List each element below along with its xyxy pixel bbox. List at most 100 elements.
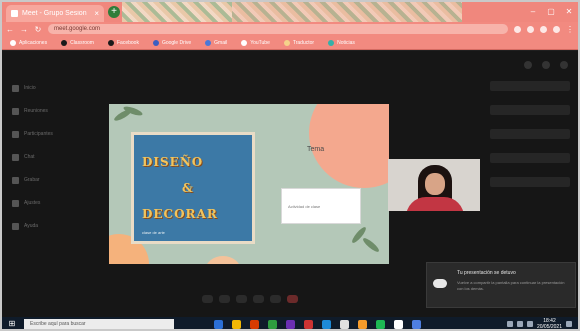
clock-date: 20/05/2021 [536, 324, 562, 330]
menu-icon[interactable]: ⋮ [566, 25, 574, 34]
captions-button[interactable] [236, 295, 247, 303]
network-icon[interactable] [506, 321, 513, 327]
maximize-icon[interactable]: ▢ [542, 2, 560, 22]
taskbar-app-icon[interactable] [358, 319, 367, 329]
tab-favicon-icon [11, 10, 18, 17]
system-tray: 18:42 20/05/2021 [506, 318, 578, 330]
present-button[interactable] [253, 295, 264, 303]
clock[interactable]: 18:42 20/05/2021 [536, 318, 562, 330]
right-rail-item[interactable] [490, 81, 570, 91]
activities-icon[interactable] [560, 61, 568, 69]
rail-label: Inicio [24, 85, 36, 91]
bookmarks-bar: Aplicaciones Classroom Facebook Google D… [2, 36, 578, 50]
bookmark-item[interactable]: Classroom [61, 39, 94, 46]
bookmark-item[interactable]: Noticias [328, 39, 355, 46]
browser-tab-strip: Meet - Grupo Sesion × + – ▢ ✕ [2, 2, 578, 22]
bookmark-item[interactable]: YouTube [241, 39, 270, 46]
taskbar-app-icon[interactable] [340, 319, 349, 329]
taskbar-search-input[interactable]: Escribe aquí para buscar [24, 319, 174, 329]
close-window-icon[interactable]: ✕ [560, 2, 578, 22]
notification-title: Tu presentación se detuvo [457, 270, 516, 276]
bookmark-item[interactable]: Google Drive [152, 39, 192, 46]
screen: Meet - Grupo Sesion × + – ▢ ✕ ← → ↻ meet… [0, 0, 580, 331]
bookmark-icon [61, 39, 68, 46]
rail-icon [12, 130, 19, 138]
chat-icon[interactable] [542, 61, 550, 69]
slide-text-box: Actividad de clase [281, 188, 361, 224]
bookmark-label: Noticias [337, 39, 355, 46]
taskbar-app-icon[interactable] [394, 319, 403, 329]
cloud-icon [433, 279, 447, 288]
bookmark-item[interactable]: Traductor [283, 39, 315, 46]
notifications-icon[interactable] [566, 321, 572, 327]
leave-call-button[interactable] [287, 295, 298, 303]
extension-icon[interactable] [514, 25, 521, 33]
mic-button[interactable] [202, 295, 213, 303]
people-icon[interactable] [524, 61, 532, 69]
right-rail-item[interactable] [490, 177, 570, 187]
rail-label: Ajustes [24, 200, 41, 206]
browser-tab-meet[interactable]: Meet - Grupo Sesion × [6, 5, 104, 22]
camera-button[interactable] [219, 295, 230, 303]
rail-icon [12, 222, 19, 230]
rail-label: Participantes [24, 131, 53, 137]
close-tab-icon[interactable]: × [94, 9, 99, 18]
bookmark-item[interactable]: Facebook [107, 39, 139, 46]
omnibox[interactable]: meet.google.com [48, 24, 508, 34]
bookmark-item[interactable]: Aplicaciones [10, 39, 47, 46]
rail-item[interactable]: Inicio [12, 81, 92, 95]
meeting-stage: Inicio Reuniones Participantes Chat Grab… [2, 51, 578, 317]
slide-title: Tema [307, 146, 325, 153]
taskbar-app-icon[interactable] [286, 319, 295, 329]
rail-item[interactable]: Ajustes [12, 196, 92, 210]
participant-video [425, 173, 445, 195]
tab-title: Meet - Grupo Sesion [22, 10, 87, 17]
rail-label: Chat [24, 154, 35, 160]
bookmark-icon [241, 39, 248, 46]
rail-item[interactable]: Participantes [12, 127, 92, 141]
taskbar-app-icon[interactable] [304, 319, 313, 329]
forward-icon[interactable]: → [20, 25, 28, 34]
bookmark-label: Traductor [292, 39, 315, 46]
taskbar-app-icon[interactable] [412, 319, 421, 329]
taskbar-app-icon[interactable] [214, 319, 223, 329]
theme-decoration [232, 2, 462, 22]
right-rail-item[interactable] [490, 153, 570, 163]
bookmark-label: Classroom [70, 39, 94, 46]
taskbar-app-icon[interactable] [250, 319, 259, 329]
bookmark-label: YouTube [250, 39, 270, 46]
presentation-slide[interactable]: DISEÑO & DECORAR clase de arte Tema Acti… [109, 104, 389, 264]
notification-toast[interactable]: Tu presentación se detuvo Vuelve a compa… [426, 262, 576, 308]
battery-icon[interactable] [526, 321, 533, 327]
right-rail-item[interactable] [490, 105, 570, 115]
rail-icon [12, 84, 19, 92]
right-rail-item[interactable] [490, 129, 570, 139]
more-options-button[interactable] [270, 295, 281, 303]
rail-item[interactable]: Grabar [12, 173, 92, 187]
taskbar-app-icon[interactable] [268, 319, 277, 329]
windows-start-icon[interactable]: ⊞ [6, 318, 18, 329]
taskbar-app-icon[interactable] [322, 319, 331, 329]
rail-item[interactable]: Chat [12, 150, 92, 164]
profile-avatar[interactable] [553, 25, 560, 33]
back-icon[interactable]: ← [6, 25, 14, 34]
window-controls: – ▢ ✕ [524, 2, 578, 22]
extension-icon[interactable] [527, 25, 534, 33]
bookmark-label: Google Drive [161, 39, 192, 46]
rail-item[interactable]: Reuniones [12, 104, 92, 118]
self-view-tile[interactable] [388, 159, 480, 211]
notification-body: Vuelve a compartir la pantalla para cont… [457, 280, 565, 291]
reload-icon[interactable]: ↻ [34, 25, 42, 34]
rail-icon [12, 199, 19, 207]
volume-icon[interactable] [516, 321, 523, 327]
taskbar-app-icon[interactable] [376, 319, 385, 329]
bookmark-icon [328, 39, 335, 46]
rail-label: Grabar [24, 177, 40, 183]
bookmark-item[interactable]: Gmail [205, 39, 227, 46]
minimize-icon[interactable]: – [524, 2, 542, 22]
rail-item[interactable]: Ayuda [12, 219, 92, 233]
new-tab-button[interactable]: + [108, 6, 120, 18]
taskbar-app-icon[interactable] [232, 319, 241, 329]
rail-icon [12, 107, 19, 115]
extension-icon[interactable] [540, 25, 547, 33]
